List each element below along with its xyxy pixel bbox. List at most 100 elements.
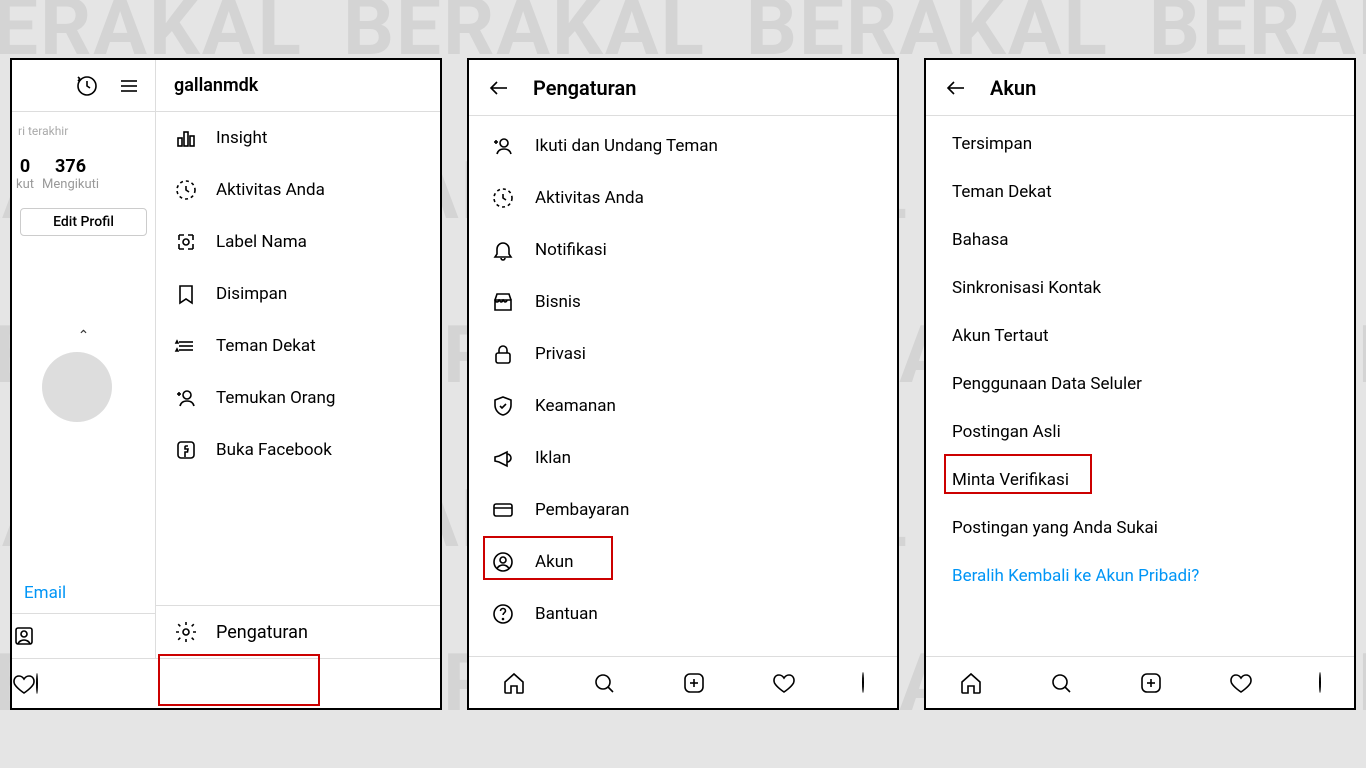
following-count: 376: [42, 156, 99, 177]
item-keamanan-label: Keamanan: [535, 396, 616, 416]
item-beralih[interactable]: Beralih Kembali ke Akun Pribadi?: [926, 552, 1354, 600]
menu-temukan[interactable]: Temukan Orang: [156, 372, 440, 424]
email-link[interactable]: Email: [12, 573, 155, 613]
item-bantuan[interactable]: Bantuan: [469, 588, 897, 640]
item-tertaut[interactable]: Akun Tertaut: [926, 312, 1354, 360]
item-sinkron[interactable]: Sinkronisasi Kontak: [926, 264, 1354, 312]
item-teman[interactable]: Teman Dekat: [926, 168, 1354, 216]
invite-icon: [491, 134, 515, 158]
avatar-nav[interactable]: [36, 674, 38, 693]
menu-teman[interactable]: Teman Dekat: [156, 320, 440, 372]
facebook-icon: [174, 438, 198, 462]
item-bahasa[interactable]: Bahasa: [926, 216, 1354, 264]
archive-icon[interactable]: [75, 74, 99, 98]
megaphone-icon: [491, 446, 515, 470]
menu-temukan-label: Temukan Orang: [216, 388, 335, 408]
heart-icon[interactable]: [12, 672, 36, 696]
search-icon[interactable]: [592, 671, 616, 695]
menu-aktivitas[interactable]: Aktivitas Anda: [156, 164, 440, 216]
nametag-icon: [174, 230, 198, 254]
back-icon[interactable]: [944, 76, 968, 100]
item-keamanan[interactable]: Keamanan: [469, 380, 897, 432]
menu-disimpan-label: Disimpan: [216, 284, 287, 304]
item-data[interactable]: Penggunaan Data Seluler: [926, 360, 1354, 408]
akun-title: Akun: [990, 76, 1036, 100]
add-icon[interactable]: [682, 671, 706, 695]
item-tersimpan[interactable]: Tersimpan: [926, 120, 1354, 168]
discover-people-icon: [174, 386, 198, 410]
chevron-up-icon[interactable]: ⌃: [12, 328, 155, 344]
menu-label-label: Label Nama: [216, 232, 307, 252]
menu-insight[interactable]: Insight: [156, 112, 440, 164]
followers-label: kut: [16, 177, 34, 192]
item-asli[interactable]: Postingan Asli: [926, 408, 1354, 456]
item-bisnis-label: Bisnis: [535, 292, 581, 312]
item-sinkron-label: Sinkronisasi Kontak: [952, 278, 1101, 298]
menu-facebook[interactable]: Buka Facebook: [156, 424, 440, 476]
edit-profile-button[interactable]: Edit Profil: [20, 208, 147, 236]
menu-facebook-label: Buka Facebook: [216, 440, 332, 460]
tagged-icon[interactable]: [12, 624, 36, 648]
bottom-nav: [926, 656, 1354, 708]
activity-icon: [491, 186, 515, 210]
item-teman-label: Teman Dekat: [952, 182, 1052, 202]
home-icon[interactable]: [959, 671, 983, 695]
lock-icon: [491, 342, 515, 366]
item-aktivitas-label: Aktivitas Anda: [535, 188, 644, 208]
username: gallanmdk: [156, 60, 440, 111]
back-icon[interactable]: [487, 76, 511, 100]
item-bisnis[interactable]: Bisnis: [469, 276, 897, 328]
item-ikuti[interactable]: Ikuti dan Undang Teman: [469, 120, 897, 172]
item-notifikasi[interactable]: Notifikasi: [469, 224, 897, 276]
menu-disimpan[interactable]: Disimpan: [156, 268, 440, 320]
settings-icon: [174, 620, 198, 644]
phone-3: Akun Tersimpan Teman Dekat Bahasa Sinkro…: [924, 58, 1356, 710]
item-verif[interactable]: Minta Verifikasi: [926, 456, 1354, 504]
insight-icon: [174, 126, 198, 150]
bell-icon: [491, 238, 515, 262]
menu-insight-label: Insight: [216, 128, 267, 148]
activity-icon: [174, 178, 198, 202]
heart-icon[interactable]: [1229, 671, 1253, 695]
menu-label[interactable]: Label Nama: [156, 216, 440, 268]
heart-icon[interactable]: [772, 671, 796, 695]
storefront-icon: [491, 290, 515, 314]
avatar-nav[interactable]: [862, 673, 864, 692]
card-icon: [491, 498, 515, 522]
menu-pengaturan[interactable]: Pengaturan: [156, 605, 440, 658]
item-pembayaran[interactable]: Pembayaran: [469, 484, 897, 536]
close-friends-icon: [174, 334, 198, 358]
phone-1: gallanmdk ri terakhir 0 kut 376 Mengikut…: [10, 58, 442, 710]
item-akun[interactable]: Akun: [469, 536, 897, 588]
bottom-nav: [469, 656, 897, 708]
menu-aktivitas-label: Aktivitas Anda: [216, 180, 325, 200]
item-akun-label: Akun: [535, 552, 573, 572]
search-icon[interactable]: [1049, 671, 1073, 695]
account-icon: [491, 550, 515, 574]
menu-pengaturan-label: Pengaturan: [216, 622, 308, 643]
help-icon: [491, 602, 515, 626]
last-activity-text: ri terakhir: [12, 112, 155, 150]
bottom-nav: [12, 658, 440, 708]
item-aktivitas[interactable]: Aktivitas Anda: [469, 172, 897, 224]
item-iklan[interactable]: Iklan: [469, 432, 897, 484]
item-bantuan-label: Bantuan: [535, 604, 598, 624]
menu-icon[interactable]: [117, 74, 141, 98]
settings-title: Pengaturan: [533, 76, 636, 100]
item-tertaut-label: Akun Tertaut: [952, 326, 1049, 346]
followers-count: 0: [16, 156, 34, 177]
item-sukai[interactable]: Postingan yang Anda Sukai: [926, 504, 1354, 552]
bookmark-icon: [174, 282, 198, 306]
item-beralih-label: Beralih Kembali ke Akun Pribadi?: [952, 566, 1199, 586]
item-sukai-label: Postingan yang Anda Sukai: [952, 518, 1158, 538]
item-tersimpan-label: Tersimpan: [952, 134, 1032, 154]
menu-teman-label: Teman Dekat: [216, 336, 316, 356]
avatar[interactable]: [42, 352, 112, 422]
add-icon[interactable]: [1139, 671, 1163, 695]
item-ikuti-label: Ikuti dan Undang Teman: [535, 136, 718, 156]
home-icon[interactable]: [502, 671, 526, 695]
item-privasi[interactable]: Privasi: [469, 328, 897, 380]
avatar-nav[interactable]: [1319, 673, 1321, 692]
item-verif-label: Minta Verifikasi: [952, 470, 1069, 490]
item-iklan-label: Iklan: [535, 448, 571, 468]
